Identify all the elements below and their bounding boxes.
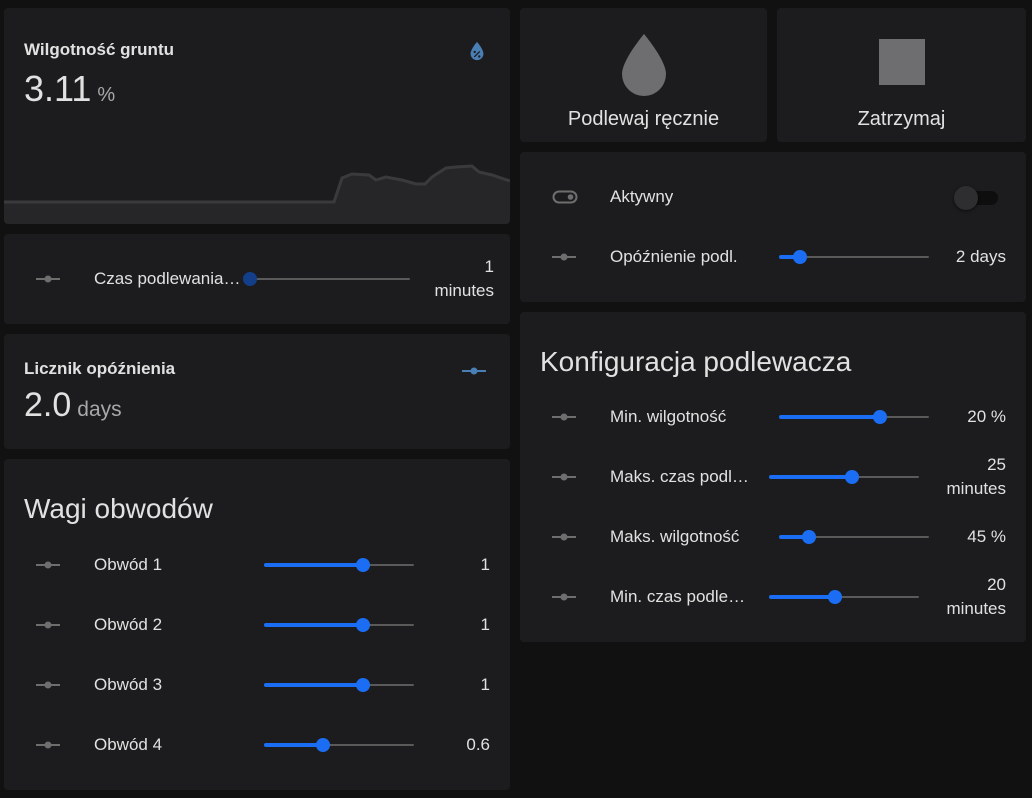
config-unit: minutes bbox=[946, 599, 1006, 618]
circuit-weight-row: Obwód 1 1 bbox=[4, 537, 510, 593]
circuit-weight-slider[interactable] bbox=[264, 555, 414, 575]
slider-icon bbox=[36, 741, 60, 749]
slider-knob[interactable] bbox=[315, 738, 330, 752]
slider-icon bbox=[552, 413, 576, 421]
watering-time-unit: minutes bbox=[434, 281, 494, 300]
soil-moisture-unit: % bbox=[97, 84, 116, 106]
config-slider[interactable] bbox=[779, 527, 929, 547]
config-label: Min. wilgotność bbox=[610, 407, 727, 426]
watering-time-number: 1 bbox=[484, 257, 494, 277]
circuit-weights-heading: Wagi obwodów bbox=[24, 493, 213, 524]
circuit-weight-row: Obwód 3 1 bbox=[4, 657, 510, 713]
config-value: 20 % bbox=[967, 407, 1006, 427]
soil-moisture-history-graph bbox=[4, 164, 510, 224]
water-percent-icon bbox=[470, 41, 484, 61]
circuit-weight-value: 1 bbox=[480, 555, 490, 575]
circuit-weight-slider[interactable] bbox=[264, 675, 414, 695]
watering-time-value: 1 minutes bbox=[434, 255, 494, 303]
circuit-weight-value: 1 bbox=[480, 675, 490, 695]
watering-time-slider[interactable] bbox=[243, 269, 410, 289]
toggle-knob[interactable] bbox=[954, 186, 978, 210]
delay-counter-value: 2.0 days bbox=[24, 386, 122, 425]
slider-knob[interactable] bbox=[243, 272, 257, 286]
circuit-weight-row: Obwód 4 0.6 bbox=[4, 717, 510, 773]
circuit-weight-label: Obwód 4 bbox=[94, 735, 163, 754]
watering-time-label: Czas podlewania… bbox=[94, 269, 241, 288]
slider-icon bbox=[462, 367, 486, 375]
config-row: Maks. wilgotność 45 % bbox=[520, 509, 1026, 565]
watering-time-row: Czas podlewania… 1 minutes bbox=[4, 251, 510, 307]
slider-icon bbox=[552, 253, 576, 261]
config-number: 25 bbox=[987, 455, 1006, 475]
circuit-weight-value: 0.6 bbox=[466, 735, 490, 755]
circuit-weights-card: Wagi obwodów Obwód 1 1 Obwód 2 1 Obwód 3 1 Obw… bbox=[4, 459, 510, 790]
circuit-weight-label: Obwód 2 bbox=[94, 615, 163, 634]
soil-moisture-card[interactable]: Wilgotność gruntu 3.11% bbox=[4, 8, 510, 224]
delay-counter-number: 2.0 bbox=[24, 386, 72, 424]
config-label: Min. czas podle… bbox=[610, 587, 746, 606]
active-row[interactable]: Aktywny bbox=[520, 169, 1026, 225]
config-card: Konfiguracja podlewacza Min. wilgotność 2… bbox=[520, 312, 1026, 642]
config-slider[interactable] bbox=[769, 587, 919, 607]
slider-knob[interactable] bbox=[844, 470, 859, 484]
circuit-weight-label: Obwód 3 bbox=[94, 675, 163, 694]
config-row: Maks. czas podl… 25 minutes bbox=[520, 449, 1026, 505]
delay-counter-card[interactable]: Licznik opóźnienia 2.0 days bbox=[4, 334, 510, 449]
slider-knob[interactable] bbox=[793, 250, 807, 264]
config-label: Maks. czas podl… bbox=[610, 467, 749, 486]
stop-label: Zatrzymaj bbox=[857, 108, 946, 130]
config-value: 45 % bbox=[967, 527, 1006, 547]
slider-icon bbox=[552, 473, 576, 481]
stop-icon bbox=[878, 39, 925, 85]
water-manually-label: Podlewaj ręcznie bbox=[567, 108, 720, 130]
circuit-weight-value: 1 bbox=[480, 615, 490, 635]
slider-icon bbox=[36, 561, 60, 569]
config-label: Maks. wilgotność bbox=[610, 527, 740, 546]
slider-icon bbox=[36, 681, 60, 689]
slider-icon bbox=[36, 275, 60, 283]
active-label: Aktywny bbox=[610, 187, 674, 206]
watering-delay-label: Opóźnienie podl. bbox=[610, 247, 738, 266]
delay-counter-unit: days bbox=[77, 398, 122, 421]
slider-knob[interactable] bbox=[872, 410, 887, 424]
slider-icon bbox=[552, 533, 576, 541]
watering-time-card: Czas podlewania… 1 minutes bbox=[4, 234, 510, 324]
config-unit: minutes bbox=[946, 479, 1006, 498]
circuit-weight-label: Obwód 1 bbox=[94, 555, 163, 574]
controls-card: Aktywny Opóźnienie podl. 2 days bbox=[520, 152, 1026, 302]
config-number: 20 bbox=[987, 575, 1006, 595]
soil-moisture-title: Wilgotność gruntu bbox=[24, 40, 174, 59]
config-heading: Konfiguracja podlewacza bbox=[540, 346, 852, 377]
circuit-weight-row: Obwód 2 1 bbox=[4, 597, 510, 653]
stop-button[interactable]: Zatrzymaj bbox=[777, 8, 1026, 142]
slider-knob[interactable] bbox=[828, 590, 842, 604]
slider-knob[interactable] bbox=[356, 558, 370, 572]
config-slider[interactable] bbox=[779, 407, 929, 427]
circuit-weight-slider[interactable] bbox=[264, 615, 414, 635]
slider-icon bbox=[552, 593, 576, 601]
slider-knob[interactable] bbox=[802, 530, 816, 544]
watering-delay-value: 2 days bbox=[955, 247, 1006, 267]
active-toggle[interactable] bbox=[954, 185, 998, 210]
water-drop-icon bbox=[621, 34, 666, 96]
watering-delay-slider[interactable] bbox=[779, 247, 929, 267]
config-value: 20 minutes bbox=[946, 573, 1006, 621]
config-slider[interactable] bbox=[769, 467, 919, 487]
config-row: Min. wilgotność 20 % bbox=[520, 389, 1026, 445]
soil-moisture-number: 3.11 bbox=[24, 68, 92, 109]
circuit-weight-slider[interactable] bbox=[264, 735, 414, 755]
slider-icon bbox=[36, 621, 60, 629]
soil-moisture-value: 3.11% bbox=[24, 68, 115, 110]
toggle-switch-icon bbox=[552, 190, 578, 204]
water-manually-button[interactable]: Podlewaj ręcznie bbox=[520, 8, 767, 142]
config-value: 25 minutes bbox=[946, 453, 1006, 501]
watering-delay-row: Opóźnienie podl. 2 days bbox=[520, 229, 1026, 285]
config-row: Min. czas podle… 20 minutes bbox=[520, 569, 1026, 625]
slider-knob[interactable] bbox=[356, 678, 370, 692]
slider-knob[interactable] bbox=[356, 618, 370, 632]
delay-counter-title: Licznik opóźnienia bbox=[24, 359, 176, 378]
